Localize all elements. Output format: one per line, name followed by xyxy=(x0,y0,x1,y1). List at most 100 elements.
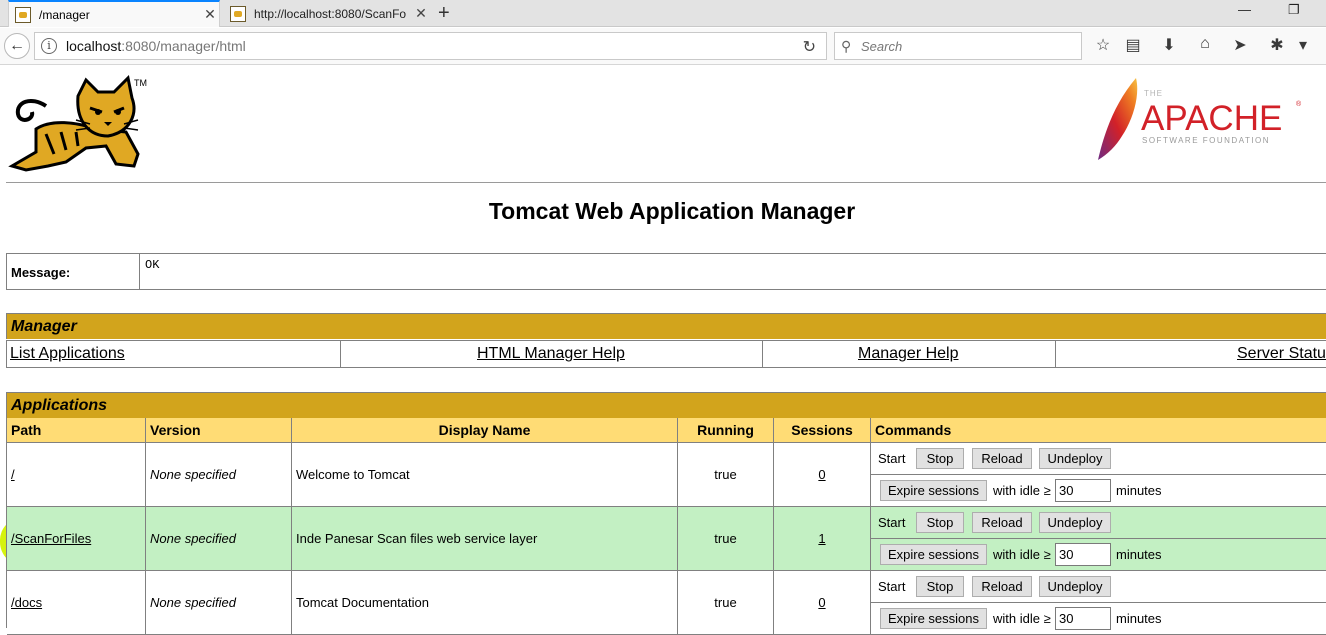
minimize-icon[interactable]: — xyxy=(1238,2,1251,17)
minutes-label: minutes xyxy=(1116,483,1162,498)
table-row: /ScanForFiles None specified Inde Panesa… xyxy=(7,507,1326,571)
close-icon[interactable]: ✕ xyxy=(201,6,219,23)
with-idle-label: with idle ≥ xyxy=(993,547,1051,562)
undeploy-button[interactable]: Undeploy xyxy=(1039,576,1111,597)
stop-button[interactable]: Stop xyxy=(916,576,964,597)
reload-button[interactable]: Reload xyxy=(972,448,1032,469)
stop-button[interactable]: Stop xyxy=(916,512,964,533)
tab-title: http://localhost:8080/ScanFo xyxy=(254,6,407,21)
registered-mark: ® xyxy=(1296,100,1302,108)
idle-minutes-input[interactable]: 30 xyxy=(1055,607,1111,630)
search-placeholder: Search xyxy=(861,38,903,54)
expire-sessions-button[interactable]: Expire sessions xyxy=(880,608,987,629)
reload-icon[interactable]: ↻ xyxy=(803,37,816,57)
divider xyxy=(1055,341,1056,367)
app-running: true xyxy=(678,571,774,634)
trademark-mark: TM xyxy=(134,78,147,88)
column-header-display-name: Display Name xyxy=(292,418,678,443)
commands-primary: Start Stop Reload Undeploy xyxy=(871,443,1326,475)
apache-the: THE xyxy=(1144,89,1163,98)
browser-tab-bar: /manager ✕ http://localhost:8080/ScanFo … xyxy=(0,0,1326,27)
app-display-name: Tomcat Documentation xyxy=(292,571,678,634)
reload-button[interactable]: Reload xyxy=(972,512,1032,533)
search-icon: ⚲ xyxy=(841,37,852,54)
divider xyxy=(762,341,763,367)
plus-icon[interactable]: + xyxy=(438,2,450,24)
column-header-running: Running xyxy=(678,418,774,443)
page-title: Tomcat Web Application Manager xyxy=(488,198,856,224)
apache-subtitle: SOFTWARE FOUNDATION xyxy=(1142,136,1270,145)
app-path-link[interactable]: / xyxy=(11,467,15,482)
star-icon[interactable]: ☆ xyxy=(1092,35,1114,55)
app-sessions: 0 xyxy=(774,571,871,634)
menu-chevron-icon[interactable]: ▾ xyxy=(1292,35,1314,55)
html-manager-help-link[interactable]: HTML Manager Help xyxy=(477,341,625,367)
column-header-path: Path xyxy=(7,418,146,443)
applications-heading: Applications xyxy=(6,392,1326,418)
extension-icon[interactable]: ✱ xyxy=(1266,35,1288,55)
app-display-name: Welcome to Tomcat xyxy=(292,443,678,506)
server-status-link[interactable]: Server Status xyxy=(1237,341,1326,367)
message-value: OK xyxy=(145,258,160,272)
start-label: Start xyxy=(878,515,906,530)
tomcat-favicon xyxy=(230,5,246,22)
column-header-version: Version xyxy=(146,418,292,443)
commands-expire: Expire sessions with idle ≥ 30 minutes xyxy=(871,603,1326,635)
start-label: Start xyxy=(878,579,906,594)
sessions-link[interactable]: 0 xyxy=(818,467,825,482)
app-running: true xyxy=(678,443,774,506)
sessions-link[interactable]: 0 xyxy=(818,595,825,610)
message-label: Message: xyxy=(7,254,140,289)
column-header-commands: Commands xyxy=(871,418,1326,443)
expire-sessions-button[interactable]: Expire sessions xyxy=(880,480,987,501)
browser-nav-bar: ← i localhost:8080/manager/html ↻ ⚲ Sear… xyxy=(0,28,1326,65)
app-path-link[interactable]: /ScanForFiles xyxy=(11,531,91,546)
manager-heading: Manager xyxy=(6,313,1326,339)
restore-icon[interactable]: ❐ xyxy=(1288,2,1300,18)
reload-button[interactable]: Reload xyxy=(972,576,1032,597)
url-host: localhost xyxy=(66,38,122,54)
sessions-link[interactable]: 1 xyxy=(818,531,825,546)
start-label: Start xyxy=(878,451,906,466)
with-idle-label: with idle ≥ xyxy=(993,611,1051,626)
close-icon[interactable]: ✕ xyxy=(412,5,430,22)
applications-table: Path Version Display Name Running Sessio… xyxy=(6,418,1326,635)
stop-button[interactable]: Stop xyxy=(916,448,964,469)
app-path-link[interactable]: /docs xyxy=(11,595,42,610)
info-icon[interactable]: i xyxy=(41,38,57,54)
idle-minutes-input[interactable]: 30 xyxy=(1055,479,1111,502)
list-applications-link[interactable]: List Applications xyxy=(10,341,125,367)
tab-scanforfiles[interactable]: http://localhost:8080/ScanFo ✕ xyxy=(224,0,430,27)
reading-list-icon[interactable]: ▤ xyxy=(1122,35,1144,55)
send-icon[interactable]: ➤ xyxy=(1229,35,1251,55)
apache-wordmark: APACHE xyxy=(1141,99,1282,138)
idle-minutes-input[interactable]: 30 xyxy=(1055,543,1111,566)
commands-expire: Expire sessions with idle ≥ 30 minutes xyxy=(871,475,1326,507)
minutes-label: minutes xyxy=(1116,611,1162,626)
undeploy-button[interactable]: Undeploy xyxy=(1039,448,1111,469)
app-running: true xyxy=(678,507,774,570)
apache-logo[interactable]: THE APACHE ® SOFTWARE FOUNDATION xyxy=(1094,74,1304,164)
app-sessions: 0 xyxy=(774,443,871,506)
commands-expire: Expire sessions with idle ≥ 30 minutes xyxy=(871,539,1326,571)
app-version: None specified xyxy=(146,571,292,634)
commands-primary: Start Stop Reload Undeploy xyxy=(871,507,1326,539)
app-sessions: 1 xyxy=(774,507,871,570)
back-arrow-icon[interactable]: ← xyxy=(4,33,30,59)
app-path: / xyxy=(7,443,146,506)
expire-sessions-button[interactable]: Expire sessions xyxy=(880,544,987,565)
manager-links: List Applications HTML Manager Help Mana… xyxy=(6,340,1326,368)
tomcat-logo[interactable]: TM xyxy=(6,74,154,174)
with-idle-label: with idle ≥ xyxy=(993,483,1051,498)
url-bar[interactable]: i localhost:8080/manager/html ↻ xyxy=(34,32,827,60)
table-row: /docs None specified Tomcat Documentatio… xyxy=(7,571,1326,635)
download-icon[interactable]: ⬇ xyxy=(1158,35,1180,55)
divider xyxy=(340,341,341,367)
tab-manager[interactable]: /manager ✕ xyxy=(8,0,220,27)
app-path: /ScanForFiles xyxy=(7,507,146,570)
home-icon[interactable]: ⌂ xyxy=(1194,35,1216,53)
app-display-name: Inde Panesar Scan files web service laye… xyxy=(292,507,678,570)
undeploy-button[interactable]: Undeploy xyxy=(1039,512,1111,533)
search-input[interactable]: ⚲ Search xyxy=(834,32,1082,60)
manager-help-link[interactable]: Manager Help xyxy=(858,341,959,367)
